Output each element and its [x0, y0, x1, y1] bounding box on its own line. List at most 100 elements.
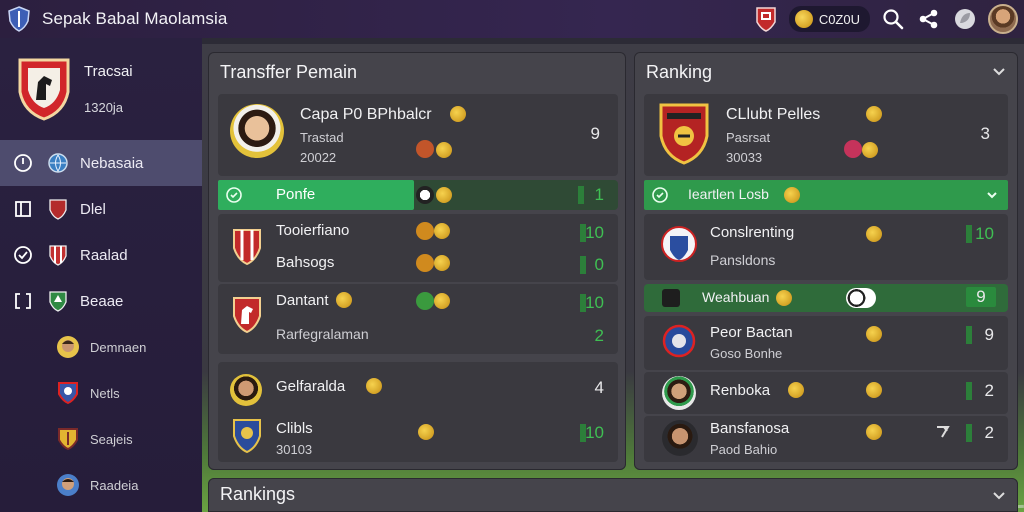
sidebar-item-netls[interactable]: Netls: [0, 370, 202, 416]
sidebar-item-label: Raadeia: [90, 477, 139, 493]
sidebar-item-raadeia[interactable]: Raadeia: [0, 462, 202, 508]
coin-icon: [866, 106, 882, 122]
featured-club-card[interactable]: CLlubt Pelles Pasrsat 30033 3: [644, 94, 1008, 176]
transfer-group: Dantant 10 Rarfegralaman 2: [218, 284, 618, 354]
club-name: Tracsai: [84, 63, 133, 80]
red-crest-icon: [46, 196, 70, 222]
sidebar-item-label: Nebasaia: [80, 154, 144, 172]
currency-display[interactable]: C0Z0U: [788, 6, 870, 32]
search-icon[interactable]: [880, 6, 906, 32]
player-name: Capa P0 BPhbalcr: [300, 106, 432, 123]
player-name[interactable]: Clibls: [276, 420, 313, 437]
highlight-bar: [218, 180, 414, 210]
sidebar-item-label: Raalad: [80, 246, 128, 264]
coin-icon: [784, 187, 800, 203]
globe-icon: [46, 150, 70, 176]
transfer-group: Gelfaralda 4 Clibls 30103 10: [218, 362, 618, 462]
club-sub: Paod Bahio: [710, 442, 778, 457]
club-flag-icon[interactable]: [753, 6, 779, 32]
coin-icon: [794, 10, 813, 28]
ranking-row[interactable]: Peor Bactan Goso Bonhe 9: [644, 316, 1008, 370]
ranking-filter-bar[interactable]: Ieartlen Losb: [644, 180, 1008, 210]
coin-icon: [436, 142, 452, 158]
rankings-panel[interactable]: Rankings: [208, 478, 1018, 512]
filter-label: Ieartlen Losb: [688, 186, 769, 202]
ranking-row[interactable]: Bansfanosa Paod Bahio 2: [644, 416, 1008, 462]
ball-icon: [846, 288, 876, 308]
club-sub: Goso Bonhe: [710, 346, 783, 361]
club-rank: 2: [984, 423, 994, 442]
coin-icon: [434, 223, 450, 239]
chevron-down-icon[interactable]: [992, 488, 1006, 502]
highlight-row[interactable]: Ponfe 1: [218, 180, 618, 210]
player-club: Trastad: [300, 130, 344, 145]
shield-logo-icon[interactable]: [8, 6, 30, 32]
player-photo: [230, 374, 262, 406]
club-name: Weahbuan: [702, 289, 770, 305]
player-name[interactable]: Tooierfiano: [276, 222, 349, 239]
coin-icon: [866, 226, 882, 242]
player-name[interactable]: Dantant: [276, 292, 329, 309]
coin-icon: [436, 187, 452, 203]
ranking-row[interactable]: Conslrenting Pansldons 10: [644, 214, 1008, 280]
sidebar-item-label: Dlel: [80, 200, 106, 218]
coin-amount: C0Z0U: [818, 11, 860, 27]
player-photo: [230, 104, 284, 158]
player-value: 0: [594, 255, 604, 274]
player-name[interactable]: Bahsogs: [276, 254, 334, 271]
coin-icon: [336, 292, 352, 308]
arrow-icon: [937, 426, 950, 438]
featured-player-card[interactable]: Capa P0 BPhbalcr Trastad 20022 9: [218, 94, 618, 176]
player-name[interactable]: Rarfegralaman: [276, 326, 369, 342]
user-avatar[interactable]: [988, 4, 1018, 34]
club-crest-icon: [18, 58, 70, 121]
club-card[interactable]: Tracsai 1320ja: [0, 38, 202, 140]
coin-icon: [788, 382, 804, 398]
sidebar-item-beaae[interactable]: Beaae: [0, 278, 202, 324]
ranking-row[interactable]: Weahbuan 9: [644, 284, 1008, 312]
club-crest-icon: [662, 324, 696, 358]
share-icon[interactable]: [916, 6, 942, 32]
sidebar-item-dlel[interactable]: Dlel: [0, 186, 202, 232]
coin-icon: [866, 326, 882, 342]
player-code: 20022: [300, 150, 337, 165]
player-value: 9: [590, 124, 600, 143]
club-crest-icon: [233, 229, 261, 266]
player-value: 10: [585, 423, 604, 442]
panel-title: Transffer Pemain: [220, 62, 358, 82]
player-value: 10: [585, 293, 604, 312]
player-avatar: [56, 334, 80, 360]
green-crest-icon: [46, 288, 70, 314]
player-avatar: [56, 472, 80, 498]
panel-title: Ranking: [646, 62, 713, 82]
top-right-controls: C0Z0U: [753, 3, 1018, 35]
sidebar-item-raalad[interactable]: Raalad: [0, 232, 202, 278]
sidebar-item-label: Beaae: [80, 292, 124, 310]
coin-icon: [862, 142, 878, 158]
coin-icon: [434, 255, 450, 271]
leaf-icon[interactable]: [952, 6, 978, 32]
club-name: CLlubt Pelles: [726, 106, 821, 123]
player-name[interactable]: Gelfaralda: [276, 378, 345, 395]
club-crest-icon: [233, 297, 261, 334]
chevron-down-icon[interactable]: [992, 64, 1006, 78]
coin-icon: [866, 382, 882, 398]
coin-icon: [366, 378, 382, 394]
player-value: 10: [585, 223, 604, 242]
top-bar: Sepak Babal Maolamsia C0Z0U: [0, 0, 1024, 38]
badge-icon: [416, 254, 434, 272]
player-value: 2: [594, 326, 604, 345]
club-name: Conslrenting: [710, 224, 795, 241]
coin-icon: [866, 424, 882, 440]
sidebar-item-demnaen[interactable]: Demnaen: [0, 324, 202, 370]
sidebar-item-nebasaia[interactable]: Nebasaia: [0, 140, 202, 186]
sidebar: Tracsai 1320ja Nebasaia Dlel Raalad Beaa…: [0, 38, 202, 512]
club-code: 30033: [726, 150, 763, 165]
highlight-label: Ponfe: [276, 186, 316, 203]
player-photo: [662, 420, 698, 456]
sidebar-item-seajeis[interactable]: Seajeis: [0, 416, 202, 462]
club-sub: Pansldons: [710, 252, 776, 268]
ranking-row[interactable]: Renboka 2: [644, 372, 1008, 414]
check-circle-icon: [226, 187, 242, 203]
bracket-icon: [12, 290, 34, 312]
